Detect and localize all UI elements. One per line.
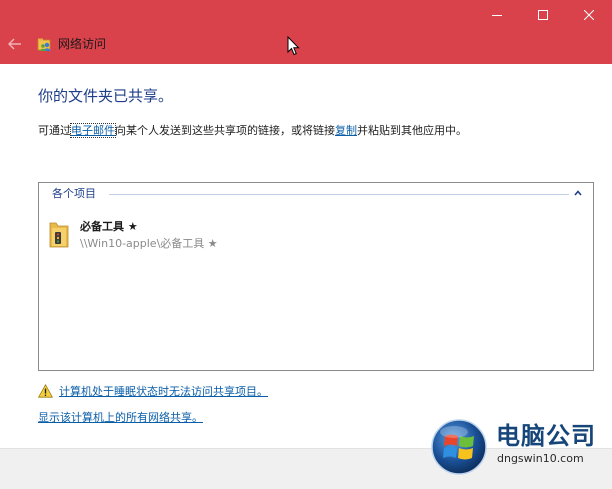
title-bar: 网络访问 <box>0 0 612 64</box>
watermark-brand: 电脑公司 <box>496 422 596 450</box>
sleep-warning-link[interactable]: 计算机处于睡眠状态时无法访问共享项目。 <box>59 385 268 399</box>
mouse-cursor-icon <box>287 36 300 56</box>
minimize-button[interactable] <box>474 0 520 30</box>
chevron-up-icon <box>574 190 582 196</box>
folder-icon <box>49 222 69 248</box>
desc-text-2: 向某个人发送到这些共享项的链接，或将链接 <box>115 124 335 137</box>
show-all-shares-link[interactable]: 显示该计算机上的所有网络共享。 <box>38 411 203 425</box>
watermark-url: dngswin10.com <box>497 452 584 465</box>
minimize-icon <box>492 15 502 16</box>
email-link[interactable]: 电子邮件 <box>70 123 116 138</box>
close-icon <box>584 10 594 20</box>
item-name: 必备工具 ★ <box>80 220 138 233</box>
windows-logo-icon <box>431 419 487 475</box>
back-arrow-icon <box>8 38 21 50</box>
group-divider <box>109 194 569 195</box>
maximize-icon <box>538 10 548 20</box>
back-button[interactable] <box>2 33 28 55</box>
page-heading: 你的文件夹已共享。 <box>38 87 174 105</box>
share-description: 可通过电子邮件向某个人发送到这些共享项的链接，或将链接复制并粘贴到其他应用中。 <box>38 123 467 138</box>
collapse-group-button[interactable] <box>572 187 584 199</box>
close-button[interactable] <box>566 0 612 30</box>
warning-icon <box>38 384 53 398</box>
maximize-button[interactable] <box>520 0 566 30</box>
shared-items-list[interactable]: 各个项目 必备工具 ★ \\Win10-apple\必备工具 ★ <box>38 182 594 371</box>
list-item[interactable]: 必备工具 ★ \\Win10-apple\必备工具 ★ <box>48 219 348 255</box>
copy-link[interactable]: 复制 <box>335 124 357 137</box>
desc-text-3: 并粘贴到其他应用中。 <box>357 124 467 137</box>
window-title: 网络访问 <box>58 37 107 51</box>
network-sharing-icon <box>37 38 51 51</box>
item-path: \\Win10-apple\必备工具 ★ <box>80 237 218 250</box>
desc-text-1: 可通过 <box>38 124 71 137</box>
group-header[interactable]: 各个项目 <box>52 188 96 200</box>
